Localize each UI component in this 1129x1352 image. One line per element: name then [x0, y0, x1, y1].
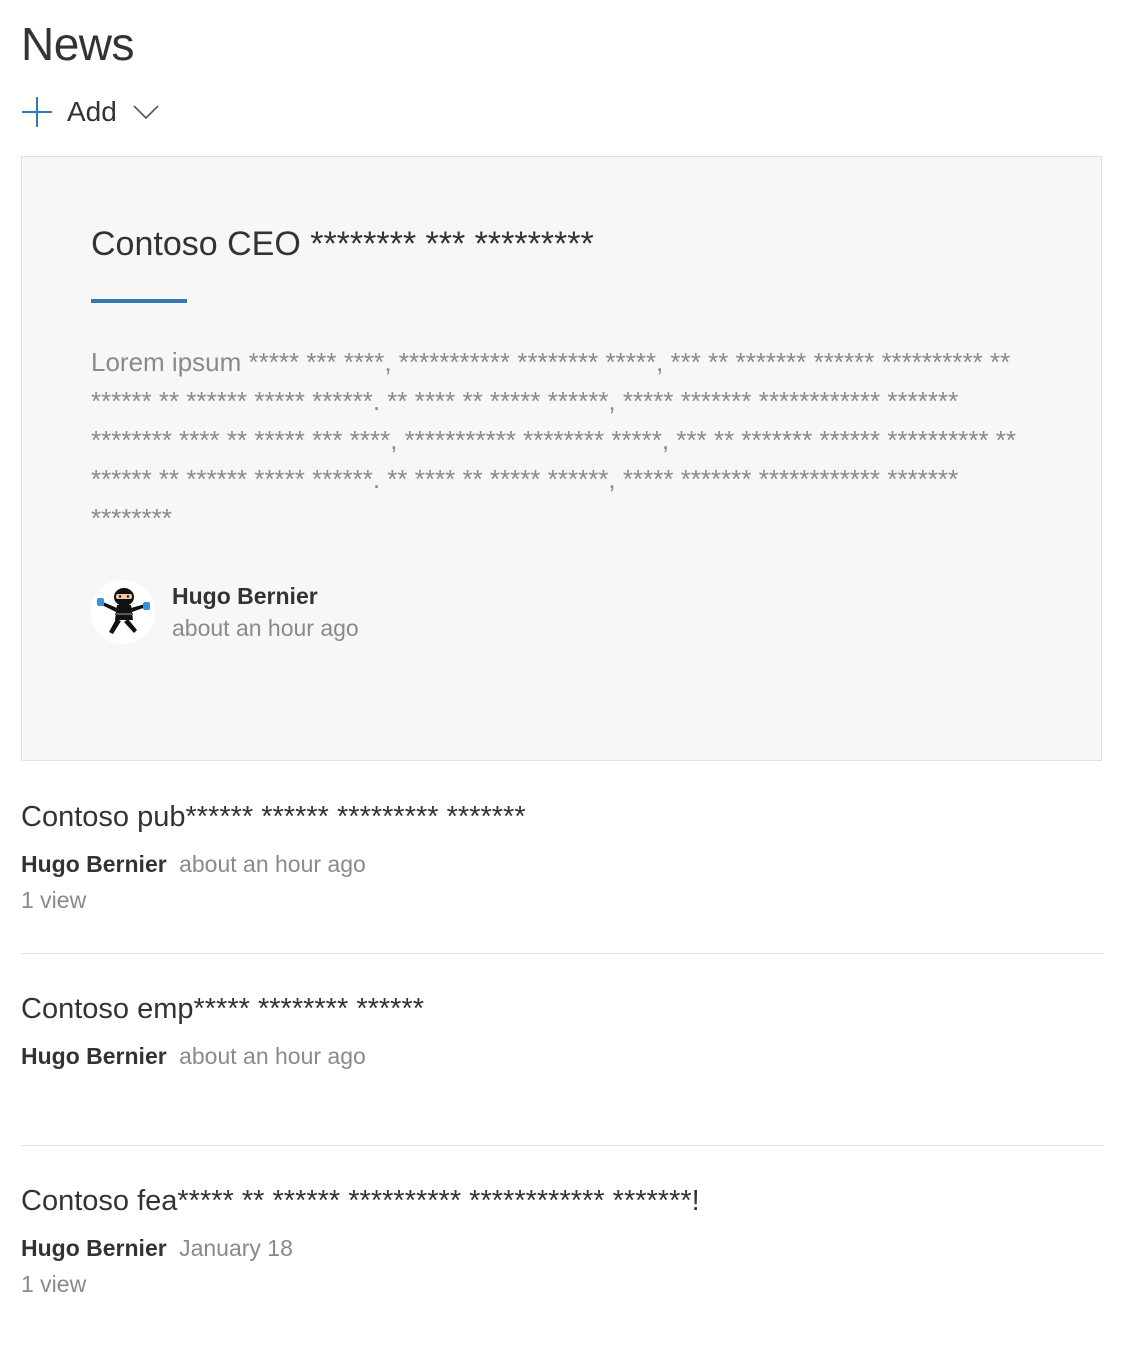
chevron-down-icon[interactable]: [133, 90, 159, 134]
avatar[interactable]: [91, 580, 155, 644]
divider: [21, 953, 1104, 954]
news-item-meta: Hugo Bernier about an hour ago: [21, 1039, 1104, 1073]
news-item-meta: Hugo Bernier January 18: [21, 1231, 1104, 1265]
list-item[interactable]: Contoso fea***** ** ****** ********** **…: [21, 1179, 1104, 1301]
hero-post-time: about an hour ago: [172, 615, 359, 641]
news-webpart: News Add Contoso CEO ******** *** ******…: [0, 0, 1129, 1352]
plus-icon: [21, 90, 67, 134]
list-item[interactable]: Contoso emp***** ******** ****** Hugo Be…: [21, 987, 1104, 1073]
news-item-author[interactable]: Hugo Bernier: [21, 1235, 167, 1261]
divider: [21, 1145, 1104, 1146]
page-title: News: [21, 18, 135, 70]
news-item-date: January 18: [179, 1235, 293, 1261]
hero-title[interactable]: Contoso CEO ******** *** *********: [91, 219, 594, 269]
hero-description: Lorem ipsum ***** *** ****, *********** …: [91, 347, 1017, 533]
news-item-meta: Hugo Bernier about an hour ago: [21, 847, 1104, 881]
news-item-author[interactable]: Hugo Bernier: [21, 851, 167, 877]
news-item-views: 1 view: [21, 1271, 87, 1297]
news-item-title[interactable]: Contoso emp***** ******** ******: [21, 987, 1104, 1031]
news-item-title[interactable]: Contoso fea***** ** ****** ********** **…: [21, 1179, 1104, 1223]
news-item-author[interactable]: Hugo Bernier: [21, 1043, 167, 1069]
add-button-label: Add: [67, 96, 117, 127]
news-item-date: about an hour ago: [179, 1043, 366, 1069]
add-button[interactable]: Add: [21, 90, 159, 134]
hero-news-card[interactable]: Contoso CEO ******** *** ********* Lorem…: [21, 156, 1102, 761]
hero-accent-bar: [91, 299, 187, 303]
hero-author: Hugo Bernier about an hour ago: [91, 579, 359, 645]
news-item-title[interactable]: Contoso pub****** ****** ********* *****…: [21, 795, 1104, 839]
hero-author-name[interactable]: Hugo Bernier: [172, 580, 359, 612]
news-item-date: about an hour ago: [179, 851, 366, 877]
list-item[interactable]: Contoso pub****** ****** ********* *****…: [21, 795, 1104, 917]
hero-author-info: Hugo Bernier about an hour ago: [172, 580, 359, 644]
news-item-views: 1 view: [21, 887, 87, 913]
